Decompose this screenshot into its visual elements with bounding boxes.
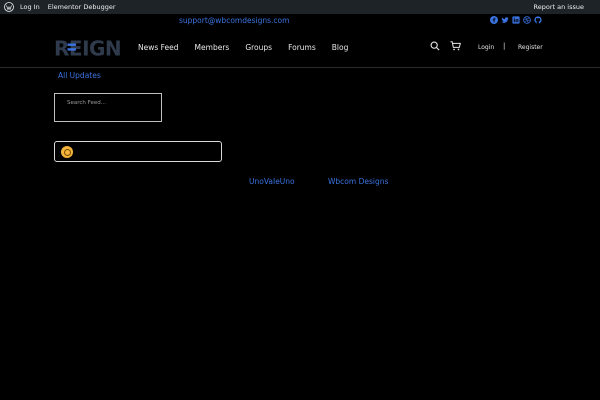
post-update-box[interactable] <box>54 141 222 162</box>
admin-bar: Log In Elementor Debugger Report an issu… <box>0 0 600 14</box>
reign-logo[interactable]: REIGN <box>54 37 120 59</box>
search-feed-input[interactable] <box>65 96 159 110</box>
footer-link-unovaleuno[interactable]: UnoVaIeUno <box>249 177 295 186</box>
all-updates-link[interactable]: All Updates <box>58 71 101 80</box>
login-separator: | <box>503 42 506 50</box>
github-icon[interactable] <box>534 16 542 24</box>
avatar <box>61 146 73 158</box>
report-issue-link[interactable]: Report an issue <box>534 0 584 14</box>
admin-login-link[interactable]: Log In <box>20 0 40 14</box>
nav-forums[interactable]: Forums <box>288 43 316 52</box>
nav-news-feed[interactable]: News Feed <box>138 43 179 52</box>
nav-groups[interactable]: Groups <box>245 43 272 52</box>
logo-text: REIGN <box>54 37 120 59</box>
footer-link-wbcom-designs[interactable]: Wbcom Designs <box>328 177 388 186</box>
user-avatar-icon <box>63 148 71 156</box>
dribbble-icon[interactable] <box>523 16 531 24</box>
login-link[interactable]: Login <box>478 44 494 51</box>
top-bar: support@wbcomdesigns.com <box>0 14 600 30</box>
search-feed-box <box>54 93 162 122</box>
wordpress-icon[interactable] <box>4 2 14 12</box>
site-header: REIGN News Feed Members Groups Forums Bl… <box>0 30 600 68</box>
cart-icon[interactable] <box>450 41 461 51</box>
social-links <box>490 16 545 24</box>
register-link[interactable]: Register <box>518 44 543 51</box>
nav-blog[interactable]: Blog <box>332 43 349 52</box>
facebook-icon[interactable] <box>490 16 498 24</box>
search-icon[interactable] <box>430 41 440 51</box>
twitter-icon[interactable] <box>501 16 509 24</box>
linkedin-icon[interactable] <box>512 16 520 24</box>
support-email-link[interactable]: support@wbcomdesigns.com <box>179 16 289 25</box>
nav-members[interactable]: Members <box>195 43 230 52</box>
main-navigation: News Feed Members Groups Forums Blog <box>138 43 364 52</box>
elementor-debugger-link[interactable]: Elementor Debugger <box>48 0 116 14</box>
